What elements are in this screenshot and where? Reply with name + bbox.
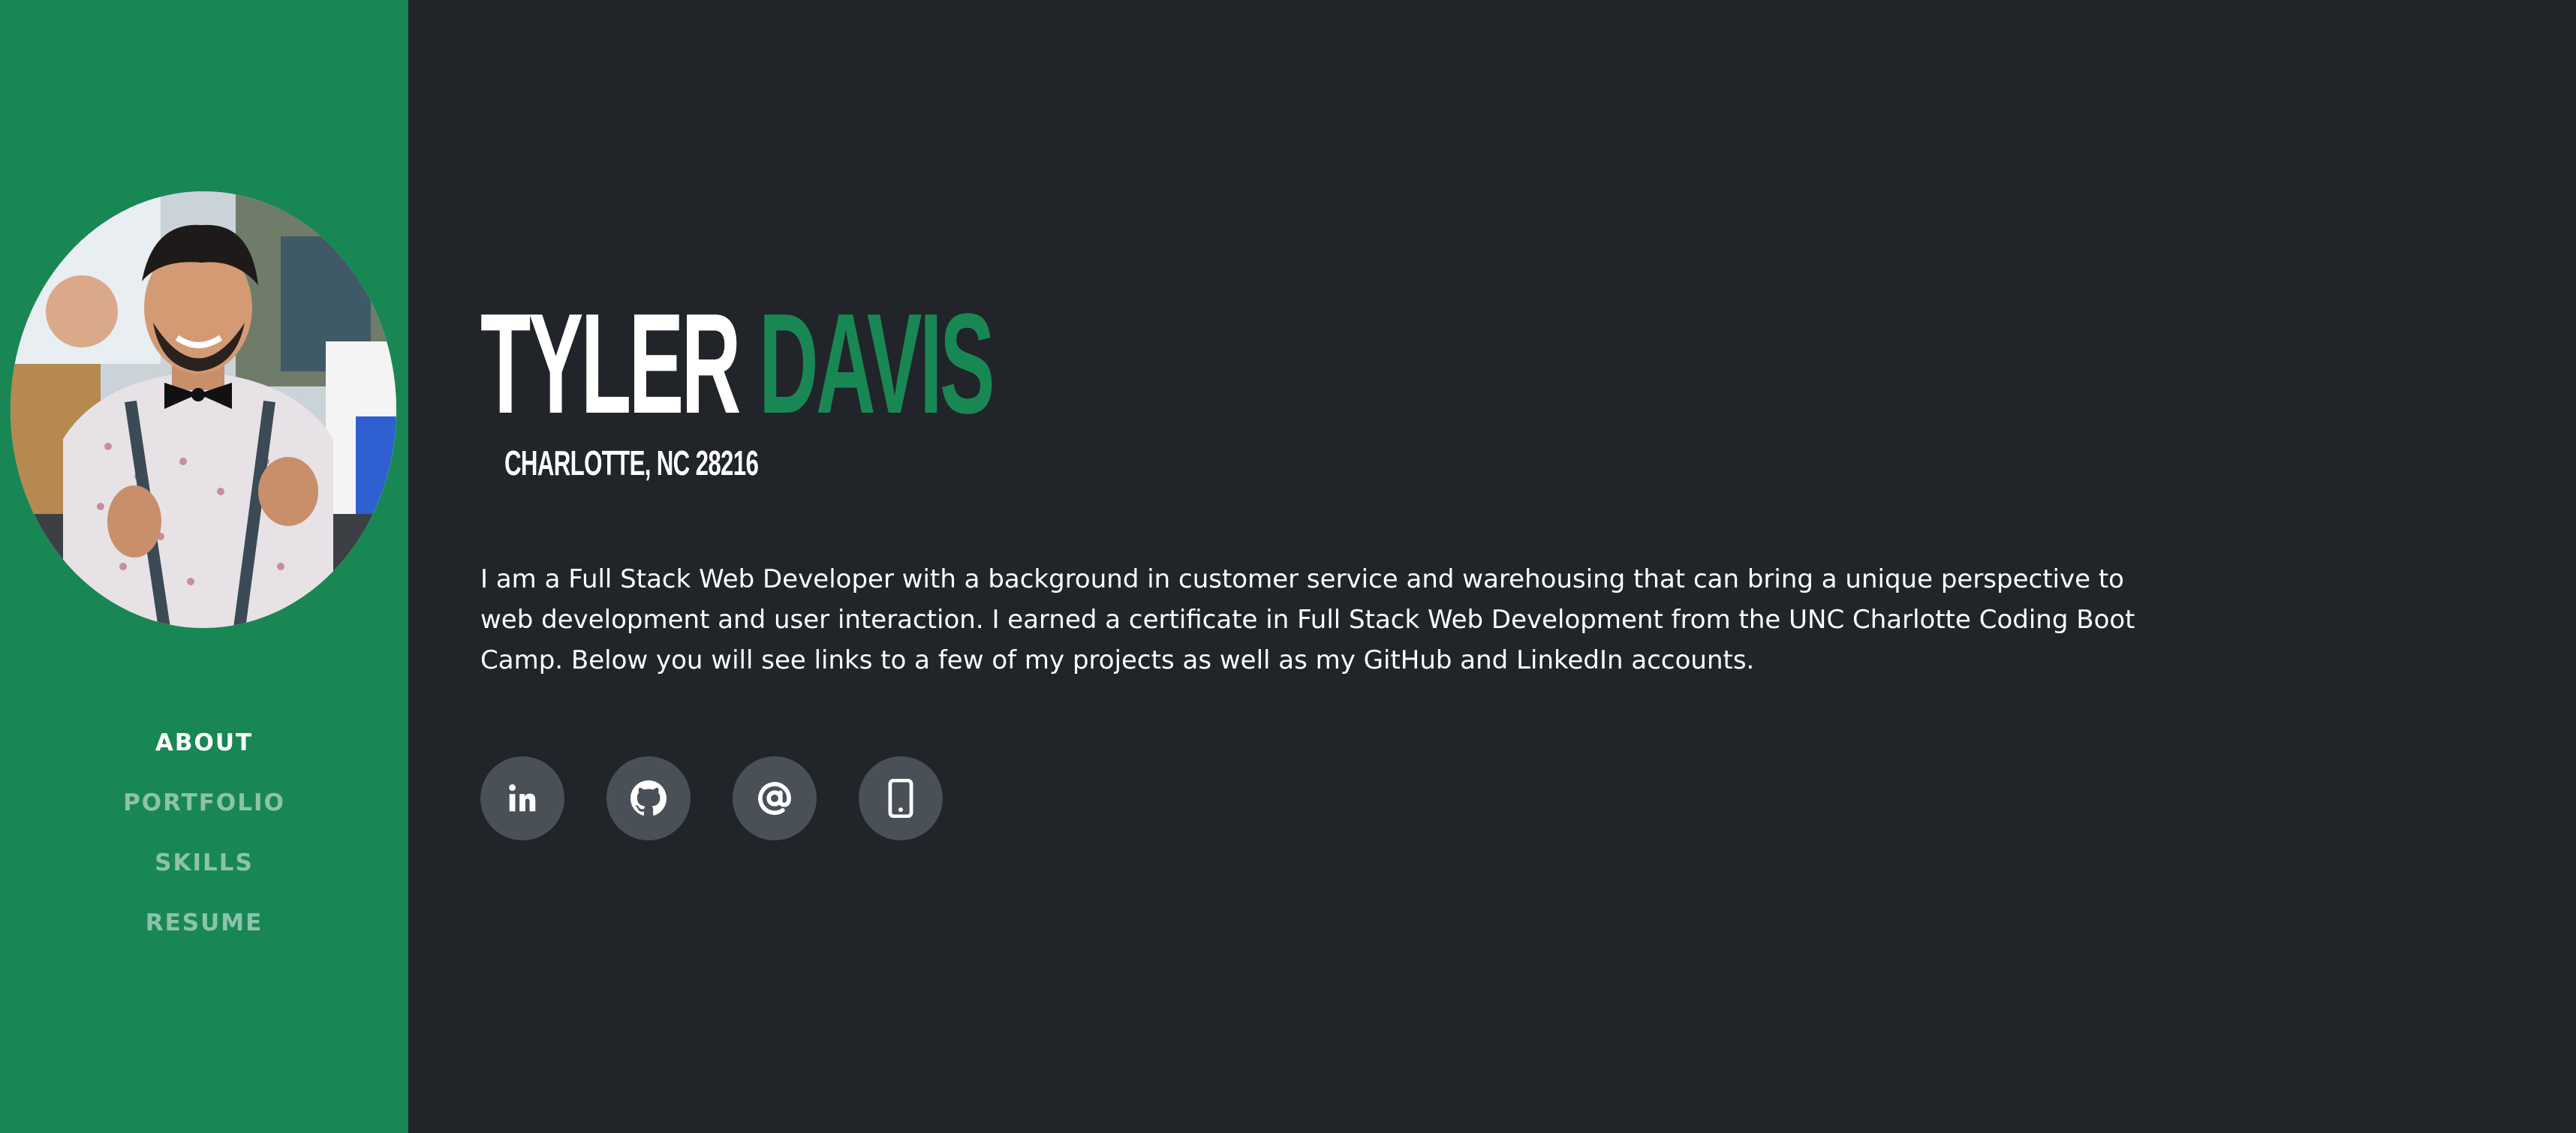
location-text: CHARLOTTE, NC 28216 bbox=[504, 443, 759, 482]
mobile-phone-icon bbox=[888, 779, 913, 818]
avatar bbox=[11, 191, 396, 628]
nav-item-skills: SKILLS bbox=[0, 833, 408, 893]
sidebar: ABOUT PORTFOLIO SKILLS RESUME bbox=[0, 0, 408, 1133]
sidebar-nav: ABOUT PORTFOLIO SKILLS RESUME bbox=[0, 713, 408, 953]
nav-link-skills[interactable]: SKILLS bbox=[155, 849, 254, 876]
linkedin-icon bbox=[509, 784, 536, 812]
nav-link-portfolio[interactable]: PORTFOLIO bbox=[123, 789, 285, 816]
last-name: DAVIS bbox=[758, 284, 995, 443]
nav-link-about[interactable]: ABOUT bbox=[155, 729, 253, 756]
main-content: TYLER DAVIS CHARLOTTE, NC 28216 I am a F… bbox=[408, 0, 2576, 1133]
nav-link-resume[interactable]: RESUME bbox=[146, 909, 263, 936]
nav-item-portfolio: PORTFOLIO bbox=[0, 773, 408, 833]
github-button[interactable] bbox=[606, 756, 691, 840]
bio-text: I am a Full Stack Web Developer with a b… bbox=[480, 564, 2135, 675]
linkedin-button[interactable] bbox=[480, 756, 564, 840]
page-title: TYLER DAVIS bbox=[480, 293, 995, 435]
github-icon bbox=[630, 780, 667, 816]
avatar-photo bbox=[11, 191, 396, 628]
nav-item-resume: RESUME bbox=[0, 893, 408, 953]
page: ABOUT PORTFOLIO SKILLS RESUME TYLER DAVI… bbox=[0, 0, 2576, 1133]
phone-button[interactable] bbox=[859, 756, 943, 840]
email-at-icon bbox=[758, 782, 791, 815]
first-name: TYLER bbox=[480, 284, 741, 443]
nav-item-about: ABOUT bbox=[0, 713, 408, 773]
social-links bbox=[480, 756, 943, 840]
email-button[interactable] bbox=[733, 756, 817, 840]
